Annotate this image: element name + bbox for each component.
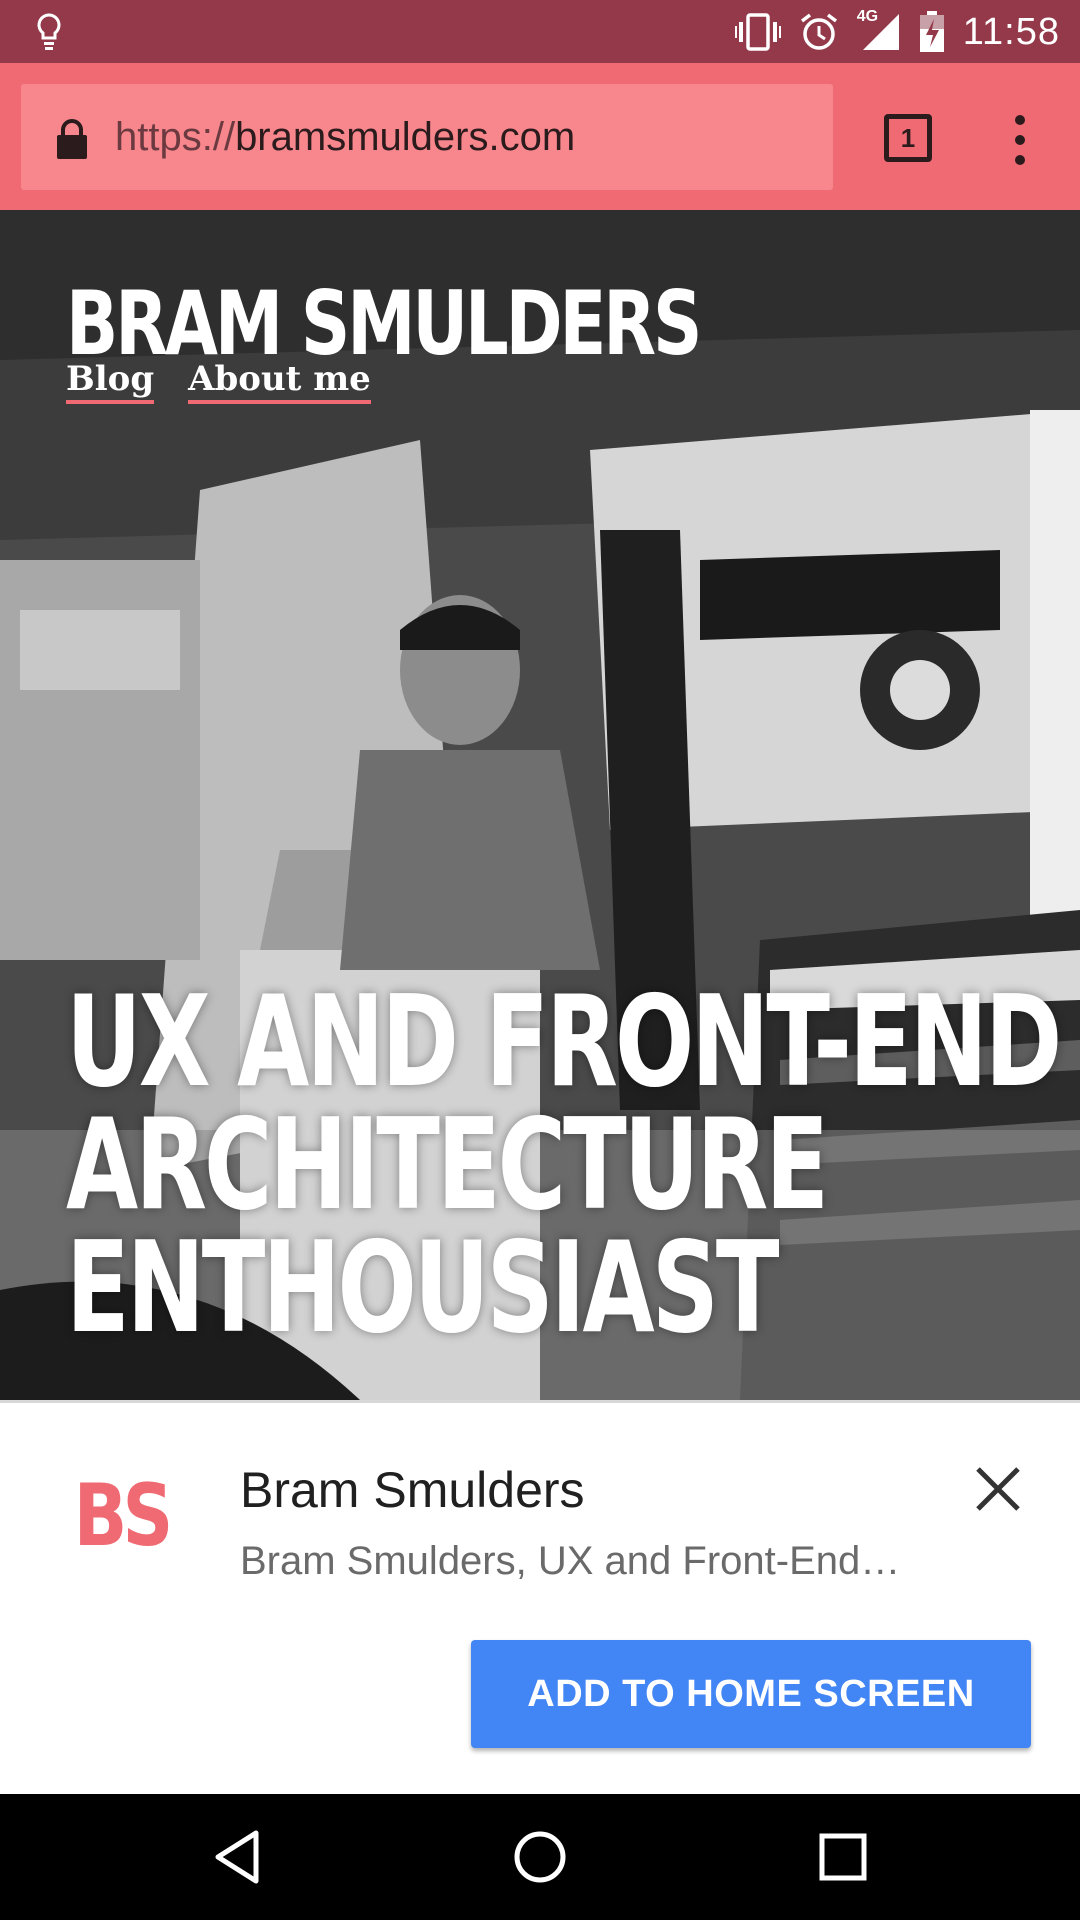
hero-headline: UX AND FRONT-END ARCHITECTURE ENTHOUSIAS… — [66, 968, 1062, 1361]
url-scheme: https:// — [115, 115, 236, 159]
app-description: Bram Smulders, UX and Front-End… — [240, 1539, 901, 1583]
status-time: 11:58 — [962, 10, 1060, 53]
recents-icon[interactable] — [818, 1829, 868, 1885]
status-bar: 4G 11:58 — [0, 0, 1080, 63]
add-to-home-screen-button[interactable]: ADD TO HOME SCREEN — [471, 1640, 1031, 1748]
site-nav: Blog About me — [66, 360, 371, 404]
app-logo: BS — [73, 1466, 174, 1566]
url-text: https://bramsmulders.com — [115, 112, 575, 162]
nav-link-blog[interactable]: Blog — [66, 360, 155, 404]
back-icon[interactable] — [212, 1829, 262, 1885]
nav-link-about-me[interactable]: About me — [188, 360, 371, 404]
home-icon[interactable] — [512, 1829, 568, 1885]
overflow-menu-icon[interactable] — [1000, 110, 1040, 170]
headline-line: ENTHOUSIAST — [66, 1214, 779, 1361]
add-to-home-banner: BS Bram Smulders Bram Smulders, UX and F… — [0, 1400, 1080, 1794]
browser-toolbar: https://bramsmulders.com 1 — [0, 63, 1080, 210]
vibrate-icon — [734, 13, 781, 51]
system-nav-bar — [0, 1794, 1080, 1920]
hero-section: BRAM SMULDERS Blog About me UX AND FRONT… — [0, 210, 1080, 1400]
headline-line: ARCHITECTURE — [66, 1091, 829, 1238]
address-bar[interactable]: https://bramsmulders.com — [21, 84, 833, 190]
headline-line: UX AND FRONT-END — [66, 968, 1062, 1115]
tab-count: 1 — [900, 122, 916, 153]
battery-icon — [919, 11, 944, 52]
close-icon[interactable] — [972, 1463, 1024, 1515]
lightbulb-icon — [37, 13, 61, 50]
app-name: Bram Smulders — [240, 1462, 585, 1518]
url-host: bramsmulders.com — [235, 115, 576, 159]
alarm-icon — [800, 13, 837, 50]
tab-switcher-button[interactable]: 1 — [884, 114, 932, 162]
lock-icon — [57, 119, 87, 159]
signal-icon: 4G — [857, 8, 901, 52]
